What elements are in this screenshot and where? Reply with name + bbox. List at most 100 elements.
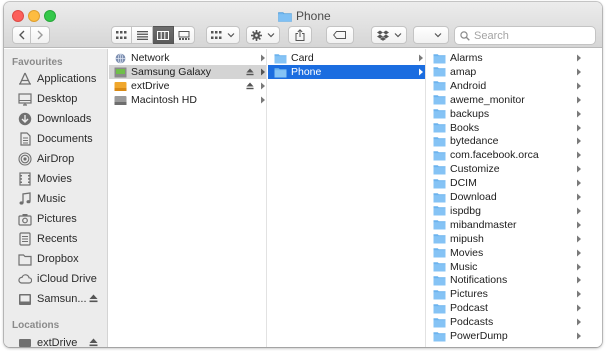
chevron-right-icon	[577, 290, 581, 298]
locations-heading: Locations	[12, 320, 60, 331]
folder-row[interactable]: amap	[427, 65, 602, 79]
browser-column-1: Network Samsung Galaxy extDrive Macintos…	[109, 49, 267, 347]
phone-device-icon	[114, 67, 127, 77]
row-label: Phone	[291, 66, 322, 78]
recents-icon	[19, 232, 31, 246]
row-label: amap	[450, 65, 477, 78]
column-view-button[interactable]	[153, 26, 174, 44]
folder-icon	[433, 206, 446, 216]
row-label: Macintosh HD	[131, 94, 197, 106]
sidebar-item-desktop[interactable]: Desktop	[4, 89, 107, 109]
chevron-right-icon	[577, 82, 581, 90]
folder-icon	[433, 303, 446, 314]
folder-icon	[433, 178, 446, 189]
more-dropdown-button[interactable]	[413, 26, 449, 44]
folder-row[interactable]: Movies	[427, 246, 602, 260]
column-row-card[interactable]: Card	[268, 51, 425, 65]
sidebar-item-label: Desktop	[37, 93, 78, 105]
chevron-right-icon	[577, 235, 581, 243]
row-label: Pictures	[450, 288, 488, 301]
back-button[interactable]	[12, 26, 31, 44]
folder-row[interactable]: aweme_monitor	[427, 93, 602, 107]
folder-row[interactable]: mipush	[427, 232, 602, 246]
sidebar-item-label: Music	[37, 193, 66, 205]
search-input[interactable]	[474, 28, 594, 43]
sidebar-item-documents[interactable]: Documents	[4, 129, 107, 149]
dropbox-button[interactable]	[371, 26, 407, 44]
action-button[interactable]	[246, 26, 280, 44]
share-button[interactable]	[288, 26, 312, 44]
sidebar-item-downloads[interactable]: Downloads	[4, 109, 107, 129]
sidebar-item-extdrive[interactable]: extDrive	[4, 333, 107, 347]
column-row-network[interactable]: Network	[109, 51, 266, 65]
folder-row[interactable]: Podcast	[427, 301, 602, 315]
sidebar-item-label: iCloud Drive	[37, 273, 97, 285]
sidebar-item-music[interactable]: Music	[4, 189, 107, 209]
folder-row[interactable]: backups	[427, 107, 602, 121]
chevron-right-icon	[261, 96, 265, 104]
eject-icon[interactable]	[246, 82, 254, 90]
group-by-icon	[211, 30, 222, 39]
sidebar-item-applications[interactable]: Applications	[4, 69, 107, 89]
chevron-right-icon	[577, 151, 581, 159]
sidebar-item-dropbox[interactable]: Dropbox	[4, 249, 107, 269]
sidebar-item-label: Dropbox	[37, 253, 79, 265]
search-field[interactable]	[454, 26, 596, 45]
row-label: ispdbg	[450, 204, 481, 217]
folder-icon	[433, 331, 446, 341]
gallery-view-button[interactable]	[174, 26, 195, 44]
browser-column-2: Card Phone	[268, 49, 426, 347]
folder-row[interactable]: Customize	[427, 162, 602, 176]
music-icon	[19, 192, 31, 205]
close-window-button[interactable]	[12, 10, 24, 22]
sidebar-item-movies[interactable]: Movies	[4, 169, 107, 189]
chevron-right-icon	[419, 54, 423, 62]
tags-button[interactable]	[326, 26, 354, 44]
sidebar-item-label: Pictures	[37, 213, 77, 225]
eject-icon[interactable]	[246, 68, 254, 76]
folder-icon	[433, 164, 446, 175]
folder-row[interactable]: mibandmaster	[427, 218, 602, 232]
forward-button[interactable]	[31, 26, 50, 44]
folder-row[interactable]: com.facebook.orca	[427, 148, 602, 162]
icon-view-button[interactable]	[111, 26, 132, 44]
column-row-phone[interactable]: Phone	[268, 65, 425, 79]
folder-row[interactable]: Books	[427, 121, 602, 135]
row-label: backups	[450, 107, 490, 120]
folder-row[interactable]: PowerDump	[427, 329, 602, 343]
column-row-extdrive[interactable]: extDrive	[109, 79, 266, 93]
eject-icon[interactable]	[89, 294, 98, 303]
folder-row[interactable]: Music	[427, 260, 602, 274]
folder-row[interactable]: Notifications	[427, 273, 602, 287]
row-label: extDrive	[131, 80, 170, 92]
folder-icon	[433, 109, 446, 119]
folder-row[interactable]: Alarms	[427, 51, 602, 65]
folder-row[interactable]: Podcasts	[427, 315, 602, 329]
sidebar-item-label: Samsun...	[37, 293, 87, 305]
folder-row[interactable]: DCIM	[427, 176, 602, 190]
folder-row[interactable]: ispdbg	[427, 204, 602, 218]
sidebar-item-recents[interactable]: Recents	[4, 229, 107, 249]
chevron-right-icon	[261, 68, 265, 76]
zoom-window-button[interactable]	[44, 10, 56, 22]
column-row-samsung-galaxy[interactable]: Samsung Galaxy	[109, 65, 266, 79]
sidebar-item-pictures[interactable]: Pictures	[4, 209, 107, 229]
folder-row[interactable]: bytedance	[427, 134, 602, 148]
column-row-macintosh-hd[interactable]: Macintosh HD	[109, 93, 266, 107]
folder-row[interactable]: Download	[427, 190, 602, 204]
eject-icon[interactable]	[89, 338, 98, 347]
folder-icon	[433, 317, 446, 328]
minimize-window-button[interactable]	[28, 10, 40, 22]
sidebar-item-airdrop[interactable]: AirDrop	[4, 149, 107, 169]
sidebar-item-samsung-device[interactable]: Samsun...	[4, 289, 107, 309]
chevron-right-icon	[419, 68, 423, 76]
list-view-button[interactable]	[132, 26, 153, 44]
group-by-button[interactable]	[206, 26, 240, 44]
folder-row[interactable]: Android	[427, 79, 602, 93]
movies-icon	[19, 172, 31, 186]
row-label: Music	[450, 260, 478, 273]
chevron-down-icon	[434, 33, 442, 38]
folder-row[interactable]: Pictures	[427, 287, 602, 301]
sidebar-item-icloud-drive[interactable]: iCloud Drive	[4, 269, 107, 289]
folder-icon	[433, 95, 446, 105]
